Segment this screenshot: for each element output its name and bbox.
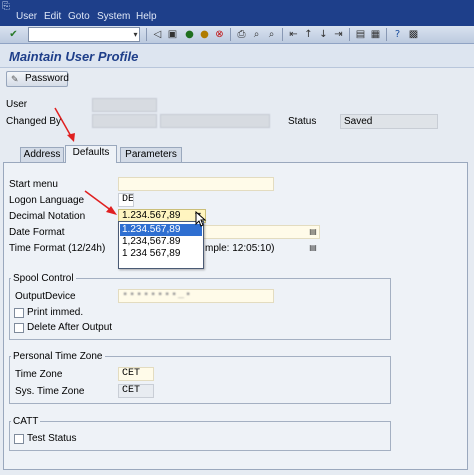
decimal-option[interactable]: 1.234.567,89 bbox=[120, 224, 202, 236]
menu-user[interactable]: User bbox=[16, 11, 37, 23]
delete-after-output-label: Delete After Output bbox=[27, 322, 113, 333]
menu-help[interactable]: Help bbox=[136, 11, 157, 23]
mouse-cursor-icon bbox=[195, 211, 207, 227]
command-field[interactable] bbox=[28, 27, 140, 42]
next-page-icon[interactable]: ↓ bbox=[316, 27, 331, 42]
exit-icon[interactable]: ● bbox=[197, 27, 212, 42]
output-device-field[interactable]: ▪▪▪▪▪▪▪▪_▪ bbox=[118, 289, 274, 303]
first-page-icon[interactable]: ⇤ bbox=[286, 27, 301, 42]
title-bar: Maintain User Profile bbox=[0, 44, 474, 68]
decimal-option[interactable]: 1 234 567,89 bbox=[120, 248, 202, 260]
back-icon[interactable]: ● bbox=[182, 27, 197, 42]
sys-time-zone-label: Sys. Time Zone bbox=[15, 386, 85, 397]
separator bbox=[349, 28, 350, 41]
tab-defaults[interactable]: Defaults bbox=[65, 145, 117, 163]
print-immed-label: Print immed. bbox=[27, 307, 84, 318]
catt-title: CATT bbox=[11, 416, 41, 428]
help-icon[interactable]: ? bbox=[390, 27, 405, 42]
test-status-label: Test Status bbox=[27, 433, 77, 444]
annotation-arrow-icon bbox=[84, 190, 117, 215]
menu-bar: ⎘ User Edit Goto System Help bbox=[0, 0, 474, 26]
list-icon[interactable]: ▤ bbox=[308, 243, 318, 253]
time-zone-label: Time Zone bbox=[15, 369, 63, 380]
changed-on-value bbox=[160, 114, 270, 128]
tab-address[interactable]: Address bbox=[20, 147, 64, 162]
enter-icon[interactable]: ✔ bbox=[6, 27, 21, 42]
test-status-checkbox[interactable] bbox=[14, 434, 24, 444]
print-icon[interactable]: ⎙ bbox=[234, 27, 249, 42]
personal-time-zone-title: Personal Time Zone bbox=[11, 351, 105, 363]
tab-parameters[interactable]: Parameters bbox=[120, 147, 182, 162]
separator bbox=[386, 28, 387, 41]
find-icon[interactable]: ⌕ bbox=[249, 27, 264, 42]
password-button[interactable]: ✎ Password bbox=[6, 71, 69, 87]
find-next-icon[interactable]: ⌕ bbox=[264, 27, 279, 42]
logon-language-label: Logon Language bbox=[9, 195, 85, 206]
menu-system[interactable]: System bbox=[97, 11, 130, 23]
time-zone-field[interactable]: CET bbox=[118, 367, 154, 381]
decimal-notation-label: Decimal Notation bbox=[9, 211, 86, 222]
status-value: Saved bbox=[340, 114, 438, 129]
status-label: Status bbox=[288, 116, 317, 127]
annotation-arrow-icon bbox=[54, 107, 75, 142]
time-format-example: mple: 12:05:10) bbox=[205, 243, 275, 254]
start-menu-label: Start menu bbox=[9, 179, 58, 190]
separator bbox=[230, 28, 231, 41]
menu-goto[interactable]: Goto bbox=[68, 11, 90, 23]
previous-page-icon[interactable]: ↑ bbox=[301, 27, 316, 42]
sys-time-zone-value: CET bbox=[118, 384, 154, 398]
list-icon[interactable]: ▤ bbox=[308, 227, 318, 237]
changed-by-value bbox=[92, 114, 157, 128]
back-arrow-icon[interactable]: ◁ bbox=[150, 27, 165, 42]
time-format-label: Time Format (12/24h) bbox=[9, 243, 106, 254]
command-history-icon[interactable]: ▾ bbox=[128, 27, 143, 42]
decimal-option[interactable]: 1,234,567.89 bbox=[120, 236, 202, 248]
print-immed-checkbox[interactable] bbox=[14, 308, 24, 318]
start-menu-field[interactable] bbox=[118, 177, 274, 191]
separator bbox=[282, 28, 283, 41]
delete-after-output-checkbox[interactable] bbox=[14, 323, 24, 333]
spool-control-title: Spool Control bbox=[11, 273, 76, 285]
user-value bbox=[92, 98, 157, 112]
user-label: User bbox=[6, 99, 28, 110]
password-button-label: Password bbox=[25, 73, 69, 84]
decimal-notation-list: 1.234.567,89 1,234,567.89 1 234 567,89 bbox=[118, 221, 204, 269]
standard-toolbar: ✔ ▾ ◁ ▣ ● ● ⊗ ⎙ ⌕ ⌕ ⇤ ↑ ↓ ⇥ ▤ ▦ ? ▩ bbox=[0, 26, 474, 44]
page-title: Maintain User Profile bbox=[9, 49, 139, 64]
menu-edit[interactable]: Edit bbox=[44, 11, 61, 23]
layout-menu-icon[interactable]: ▩ bbox=[406, 27, 421, 42]
logon-language-field[interactable]: DE bbox=[118, 193, 134, 207]
sap-logo-icon[interactable]: ⎘ bbox=[2, 2, 16, 12]
separator bbox=[146, 28, 147, 41]
save-icon[interactable]: ▣ bbox=[165, 27, 180, 42]
date-format-label: Date Format bbox=[9, 227, 65, 238]
cancel-icon[interactable]: ⊗ bbox=[212, 27, 227, 42]
shortcut-icon[interactable]: ▦ bbox=[368, 27, 383, 42]
output-device-label: OutputDevice bbox=[15, 291, 76, 302]
new-session-icon[interactable]: ▤ bbox=[353, 27, 368, 42]
pencil-icon: ✎ bbox=[11, 74, 19, 84]
last-page-icon[interactable]: ⇥ bbox=[331, 27, 346, 42]
